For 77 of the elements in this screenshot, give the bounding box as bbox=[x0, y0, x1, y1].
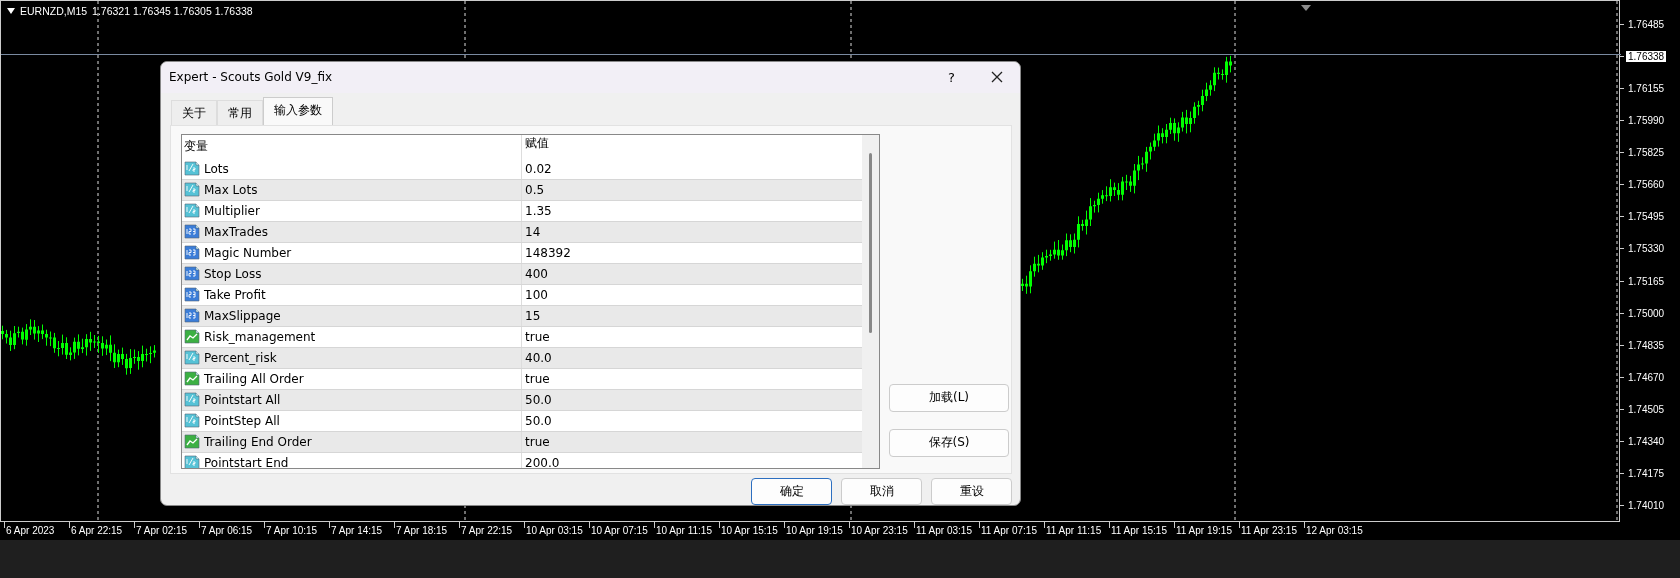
tab[interactable]: 常用 bbox=[217, 99, 263, 125]
side-button[interactable]: 保存(S) bbox=[889, 428, 1009, 457]
parameter-name: MaxTrades bbox=[204, 224, 268, 239]
time-label: 10 Apr 03:15 bbox=[525, 525, 584, 536]
price-label: 1.75330 bbox=[1627, 243, 1666, 255]
price-label: 1.74010 bbox=[1627, 500, 1666, 512]
symbol-label: EURNZD,M15 bbox=[20, 5, 88, 17]
parameter-name: Lots bbox=[204, 161, 229, 176]
price-label: 1.75825 bbox=[1627, 147, 1666, 159]
column-header[interactable]: 变量 bbox=[182, 138, 521, 156]
parameter-name: Trailing All Order bbox=[204, 371, 304, 386]
price-label: 1.75990 bbox=[1627, 114, 1666, 126]
side-button[interactable]: 加载(L) bbox=[889, 383, 1009, 412]
time-label: 12 Apr 03:15 bbox=[1305, 525, 1364, 536]
time-label: 10 Apr 23:15 bbox=[850, 525, 909, 536]
time-label: 7 Apr 10:15 bbox=[265, 525, 319, 536]
number-icon bbox=[184, 392, 200, 408]
parameter-name: Max Lots bbox=[204, 182, 258, 197]
time-label: 11 Apr 19:15 bbox=[1175, 525, 1233, 536]
price-label: 1.75000 bbox=[1627, 307, 1666, 319]
time-label: 7 Apr 18:15 bbox=[395, 525, 449, 536]
parameter-name: PointStep All bbox=[204, 413, 280, 428]
price-label: 1.75660 bbox=[1627, 179, 1666, 191]
number-icon bbox=[184, 266, 200, 282]
price-label: 1.75165 bbox=[1627, 275, 1666, 287]
time-label: 11 Apr 23:15 bbox=[1240, 525, 1298, 536]
price-label: 1.75495 bbox=[1627, 211, 1666, 223]
parameter-name: Pointstart End bbox=[204, 455, 289, 468]
dialog-button[interactable]: 确定 bbox=[751, 478, 832, 505]
time-label: 11 Apr 15:15 bbox=[1110, 525, 1168, 536]
time-label: 10 Apr 07:15 bbox=[590, 525, 649, 536]
price-label: 1.74175 bbox=[1627, 468, 1666, 480]
chart-icon bbox=[184, 434, 200, 450]
parameter-name: Multiplier bbox=[204, 203, 260, 218]
parameter-name: Trailing End Order bbox=[204, 434, 312, 449]
scrollbar-thumb[interactable] bbox=[869, 152, 872, 333]
time-label: 10 Apr 11:15 bbox=[655, 525, 713, 536]
parameter-name: Percent_risk bbox=[204, 350, 277, 365]
price-label: 1.74835 bbox=[1627, 339, 1666, 351]
dialog-button[interactable]: 重设 bbox=[931, 478, 1012, 505]
close-icon[interactable] bbox=[991, 71, 1003, 84]
help-button[interactable]: ? bbox=[948, 69, 955, 85]
time-label: 7 Apr 22:15 bbox=[460, 525, 514, 536]
price-quote: 1.76321 1.76345 1.76305 1.76338 bbox=[92, 5, 253, 17]
dialog-button[interactable]: 取消 bbox=[841, 478, 922, 505]
time-label: 10 Apr 19:15 bbox=[785, 525, 844, 536]
shift-marker-icon[interactable] bbox=[1301, 5, 1311, 11]
price-label: 1.74670 bbox=[1627, 371, 1666, 383]
time-label: 11 Apr 11:15 bbox=[1045, 525, 1103, 536]
parameter-name: Take Profit bbox=[204, 287, 266, 302]
number-icon bbox=[184, 350, 200, 366]
time-label: 7 Apr 02:15 bbox=[135, 525, 189, 536]
price-label: 1.76338 bbox=[1626, 50, 1667, 62]
time-label: 7 Apr 06:15 bbox=[200, 525, 254, 536]
time-label: 11 Apr 03:15 bbox=[915, 525, 973, 536]
time-label: 6 Apr 22:15 bbox=[70, 525, 124, 536]
scrollbar[interactable] bbox=[862, 134, 879, 468]
dropdown-arrow-icon[interactable] bbox=[7, 8, 15, 14]
time-label: 10 Apr 15:15 bbox=[720, 525, 779, 536]
number-icon bbox=[184, 308, 200, 324]
tab[interactable]: 输入参数 bbox=[263, 96, 333, 125]
number-icon bbox=[184, 224, 200, 240]
time-label: 11 Apr 07:15 bbox=[980, 525, 1038, 536]
parameter-name: MaxSlippage bbox=[204, 308, 281, 323]
time-label: 7 Apr 14:15 bbox=[330, 525, 384, 536]
number-icon bbox=[184, 182, 200, 198]
price-label: 1.74505 bbox=[1627, 404, 1666, 416]
time-label: 6 Apr 2023 bbox=[5, 525, 56, 536]
price-label: 1.74340 bbox=[1627, 436, 1666, 448]
price-label: 1.76485 bbox=[1627, 18, 1666, 30]
window-title: Expert - Scouts Gold V9_fix bbox=[169, 70, 334, 85]
parameter-name: Magic Number bbox=[204, 245, 292, 260]
parameter-name: Stop Loss bbox=[204, 266, 262, 281]
parameter-name: Pointstart All bbox=[204, 392, 281, 407]
parameter-name: Risk_management bbox=[204, 329, 316, 344]
price-label: 1.76155 bbox=[1627, 82, 1666, 94]
tab[interactable]: 关于 bbox=[171, 99, 217, 125]
